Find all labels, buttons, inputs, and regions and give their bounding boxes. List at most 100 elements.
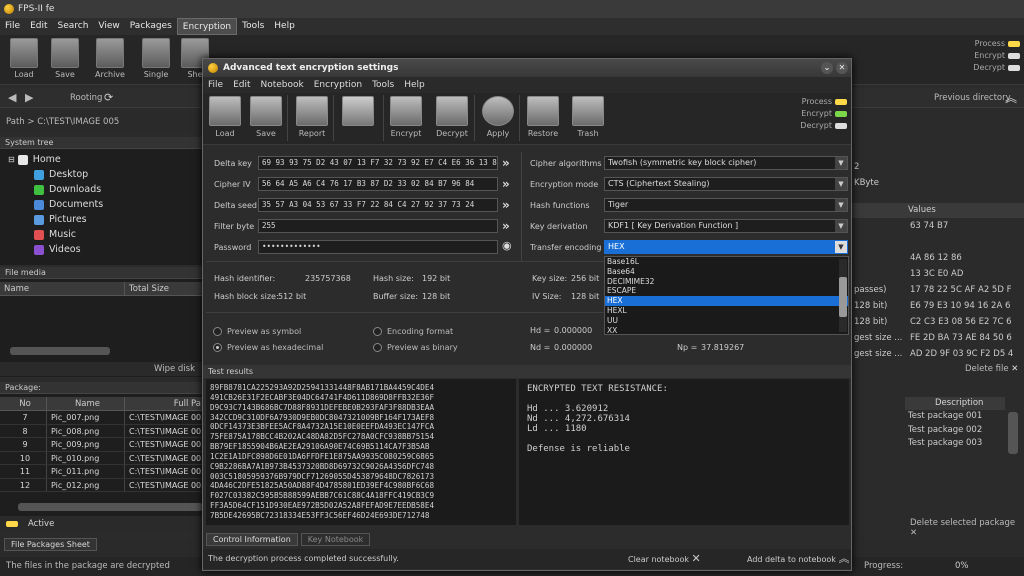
dialog-trash-button[interactable]: Trash: [566, 96, 610, 138]
dialog-titlebar[interactable]: Advanced text encryption settings ⌄ ✕: [203, 59, 851, 77]
dialog-encrypt-button[interactable]: Encrypt: [384, 96, 428, 138]
dialog-menu-tools[interactable]: Tools: [367, 80, 399, 90]
cipher-algorithms-select[interactable]: Twofish (symmetric key block cipher) ▼: [604, 156, 848, 170]
option-base16l[interactable]: Base16L: [605, 257, 848, 267]
horizontal-scrollbar[interactable]: [10, 347, 110, 355]
forward-arrow-icon[interactable]: ▶: [25, 91, 33, 104]
transfer-encoding-dropdown[interactable]: Base16L Base64 DECIMIME32 ESCAPE HEX HEX…: [604, 256, 849, 335]
tree-item-downloads[interactable]: Downloads: [8, 182, 205, 197]
encryption-mode-select[interactable]: CTS (Ciphertext Stealing) ▼: [604, 177, 848, 191]
dropdown-scrollbar[interactable]: [839, 259, 847, 332]
dialog-menu-help[interactable]: Help: [399, 80, 430, 90]
tab-control-information[interactable]: Control Information: [206, 533, 298, 546]
preview-binary-radio[interactable]: Preview as binary: [373, 343, 458, 352]
dialog-decrypt-button[interactable]: Decrypt: [430, 96, 474, 138]
preview-symbol-radio[interactable]: Preview as symbol: [213, 327, 301, 336]
option-uu[interactable]: UU: [605, 316, 848, 326]
eye-icon[interactable]: ◉: [502, 239, 512, 252]
filter-byte-field[interactable]: 255: [258, 219, 498, 233]
menu-search[interactable]: Search: [53, 18, 94, 35]
close-icon[interactable]: ✕: [836, 62, 848, 74]
menu-edit[interactable]: Edit: [25, 18, 52, 35]
hex-output[interactable]: 89FB8781CA225293A92D25941331448F8AB171BA…: [206, 379, 516, 525]
add-delta-button[interactable]: Add delta to notebook ︽: [747, 549, 849, 570]
option-xx[interactable]: XX: [605, 326, 848, 336]
tree-item-documents[interactable]: Documents: [8, 197, 205, 212]
menu-help[interactable]: Help: [269, 18, 300, 35]
option-decimime32[interactable]: DECIMIME32: [605, 277, 848, 287]
dialog-report-button[interactable]: Report: [290, 96, 334, 138]
save-button[interactable]: Save: [45, 38, 85, 79]
dialog-menu-edit[interactable]: Edit: [228, 80, 255, 90]
tab-key-notebook[interactable]: Key Notebook: [300, 533, 371, 546]
col-total-size[interactable]: Total Size: [125, 282, 205, 295]
rooting-label[interactable]: Rooting: [70, 93, 102, 103]
up-chevron-icon[interactable]: ︽: [1005, 89, 1017, 106]
tab-file-packages-sheet[interactable]: File Packages Sheet: [4, 538, 97, 551]
table-row[interactable]: 12 Pic_012.png C:\TEST\IMAGE 005: [0, 478, 205, 492]
back-arrow-icon[interactable]: ◀: [8, 91, 16, 104]
dialog-menu-encryption[interactable]: Encryption: [309, 80, 367, 90]
col-name[interactable]: Name: [0, 282, 125, 295]
delta-key-arrow-icon[interactable]: »: [502, 157, 510, 169]
dialog-apply-button[interactable]: Apply: [476, 96, 520, 138]
transfer-encoding-select[interactable]: HEX ▼: [604, 240, 848, 254]
minimize-icon[interactable]: ⌄: [821, 62, 833, 74]
option-hex[interactable]: HEX: [605, 296, 848, 306]
cipher-iv-arrow-icon[interactable]: »: [502, 178, 510, 190]
dialog-menu-file[interactable]: File: [203, 80, 228, 90]
clear-notebook-button[interactable]: Clear notebook ✕: [628, 549, 701, 570]
table-row[interactable]: 10 Pic_010.png C:\TEST\IMAGE 005: [0, 451, 205, 465]
table-row[interactable]: 9 Pic_009.png C:\TEST\IMAGE 005: [0, 438, 205, 452]
password-field[interactable]: •••••••••••••: [258, 240, 498, 254]
delta-seed-arrow-icon[interactable]: »: [502, 199, 510, 211]
dialog-save-button[interactable]: Save: [244, 96, 288, 138]
table-row[interactable]: 8 Pic_008.png C:\TEST\IMAGE 005: [0, 424, 205, 438]
encoding-format-radio[interactable]: Encoding format: [373, 327, 453, 336]
menu-file[interactable]: File: [0, 18, 25, 35]
menu-view[interactable]: View: [93, 18, 124, 35]
dialog-tools-button-group[interactable]: [336, 96, 380, 126]
cipher-iv-field[interactable]: 56 64 A5 A6 C4 76 17 B3 87 D2 33 02 84 B…: [258, 177, 498, 191]
tree-item-home[interactable]: ⊟ Home: [8, 152, 205, 167]
col-full-path[interactable]: Full Pa: [125, 397, 205, 410]
col-name[interactable]: Name: [47, 397, 125, 410]
preview-hex-radio[interactable]: Preview as hexadecimal: [213, 343, 323, 352]
delete-file-button[interactable]: Delete file ✕: [905, 362, 1024, 376]
wipe-disk-button[interactable]: Wipe disk: [0, 362, 205, 376]
vertical-scrollbar[interactable]: [1008, 412, 1018, 454]
tree-item-music[interactable]: Music: [8, 227, 205, 242]
table-row[interactable]: 7 Pic_007.png C:\TEST\IMAGE 005: [0, 411, 205, 425]
dialog-menu-notebook[interactable]: Notebook: [256, 80, 309, 90]
table-row[interactable]: 11 Pic_011.png C:\TEST\IMAGE 005: [0, 465, 205, 479]
dropdown-scroll-thumb[interactable]: [839, 277, 847, 317]
menu-encryption[interactable]: Encryption: [176, 18, 238, 35]
key-derivation-select[interactable]: KDF1 [ Key Derivation Function ] ▼: [604, 219, 848, 233]
tree-item-videos[interactable]: Videos: [8, 242, 205, 257]
dialog-restore-button[interactable]: Restore: [521, 96, 565, 138]
filter-byte-arrow-icon[interactable]: »: [502, 220, 510, 232]
single-button[interactable]: Single: [136, 38, 176, 79]
collapse-icon[interactable]: ⊟: [8, 155, 15, 164]
option-hexl[interactable]: HEXL: [605, 306, 848, 316]
description-header[interactable]: Description: [905, 397, 1005, 410]
rooting-icon[interactable]: ⟳: [104, 91, 113, 104]
load-button[interactable]: Load: [4, 38, 44, 79]
delta-seed-field[interactable]: 35 57 A3 04 53 67 33 F7 22 84 C4 27 92 3…: [258, 198, 498, 212]
resistance-output[interactable]: ENCRYPTED TEXT RESISTANCE: Hd ... 3.62091…: [519, 379, 849, 525]
option-base64[interactable]: Base64: [605, 267, 848, 277]
menu-tools[interactable]: Tools: [237, 18, 269, 35]
values-header[interactable]: Values: [848, 203, 1024, 218]
tree-item-pictures[interactable]: Pictures: [8, 212, 205, 227]
tree-item-desktop[interactable]: Desktop: [8, 167, 205, 182]
delete-selected-package-button[interactable]: Delete selected package ✕: [910, 518, 1024, 538]
option-escape[interactable]: ESCAPE: [605, 286, 848, 296]
dialog-load-button[interactable]: Load: [203, 96, 247, 138]
delta-key-field[interactable]: 69 93 93 75 D2 43 07 13 F7 32 73 92 E7 C…: [258, 156, 498, 170]
menu-packages[interactable]: Packages: [125, 18, 177, 35]
horizontal-scrollbar[interactable]: [18, 503, 203, 511]
archive-button[interactable]: Archive: [90, 38, 130, 79]
hash-functions-select[interactable]: Tiger ▼: [604, 198, 848, 212]
previous-directory-link[interactable]: Previous directory: [934, 93, 1011, 103]
col-no[interactable]: No: [0, 397, 47, 410]
